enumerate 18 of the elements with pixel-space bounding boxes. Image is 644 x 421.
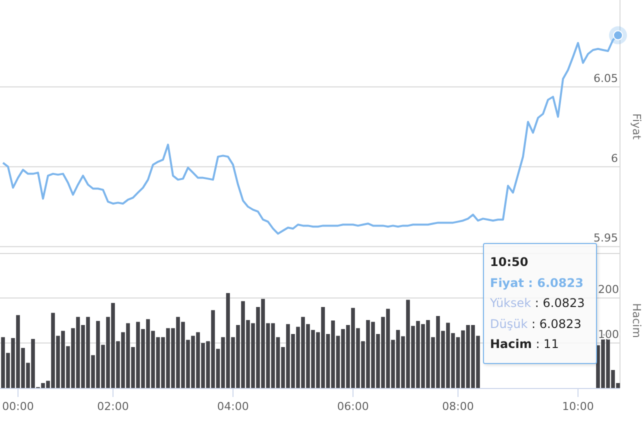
point-marker xyxy=(609,26,627,44)
axis-tick-label: 02:00 xyxy=(97,400,129,413)
axis-tick-label: 00:00 xyxy=(2,400,34,413)
axis-tick-label: 6 xyxy=(611,152,618,165)
axis-tick-label: 04:00 xyxy=(217,400,249,413)
axis-tick-label: 10:00 xyxy=(562,400,594,413)
tooltip-time: 10:50 xyxy=(490,254,530,271)
axis-tick-label: 08:00 xyxy=(442,400,474,413)
axis-tick-label: 200 xyxy=(598,283,619,296)
tooltip-row-text: Düşük : 6.0823 xyxy=(490,316,582,332)
axis-title: Fiyat xyxy=(630,113,643,140)
tooltip-row-text: Hacim : 11 xyxy=(490,336,560,353)
axis-title: Hacim xyxy=(630,303,643,338)
tooltip-row-text: Fiyat : 6.0823 xyxy=(490,274,584,292)
tooltip-row-text: Yüksek : 6.0823 xyxy=(490,295,586,312)
axis-tick-label: 5.95 xyxy=(594,232,618,245)
axis-tick-label: 6.05 xyxy=(594,72,618,85)
axis-tick-label: 06:00 xyxy=(337,400,369,413)
